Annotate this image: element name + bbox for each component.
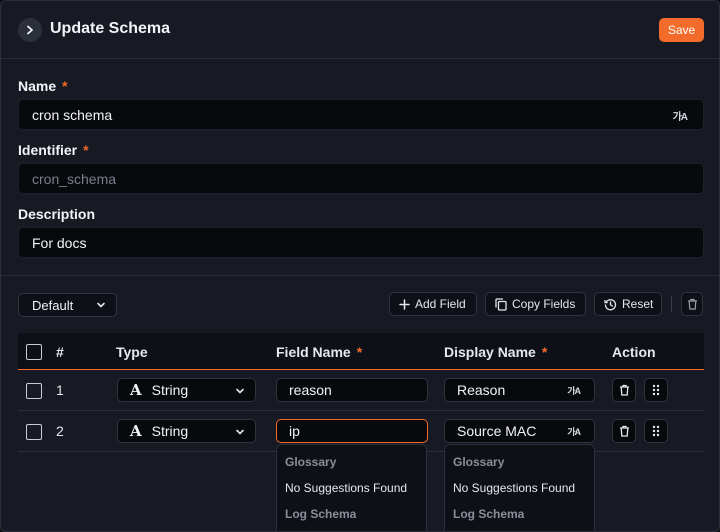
drag-handle[interactable] (644, 419, 668, 443)
name-input[interactable]: cron schema 가A (18, 99, 704, 130)
text-type-icon: A (130, 422, 142, 440)
chevron-right-icon (27, 25, 33, 35)
copy-icon (495, 297, 507, 311)
add-field-button[interactable]: Add Field (389, 292, 477, 316)
grip-icon (652, 384, 660, 396)
field-name-suggestions: Glossary No Suggestions Found Log Schema (276, 444, 427, 531)
field-name-input[interactable]: ip (276, 419, 428, 443)
column-num: # (56, 344, 64, 360)
suggestion-empty: No Suggestions Found (285, 481, 408, 495)
table-row: 1 A String reason Reason 가A (18, 370, 704, 411)
trash-icon (619, 425, 629, 437)
section-divider (1, 275, 719, 276)
plus-icon (399, 298, 410, 310)
reset-label: Reset (622, 297, 654, 311)
display-name-suggestions: Glossary No Suggestions Found Log Schema (444, 444, 595, 531)
row-checkbox[interactable] (26, 383, 42, 399)
display-name-input[interactable]: Source MAC 가A (444, 419, 595, 443)
copy-fields-label: Copy Fields (512, 297, 576, 311)
required-marker: * (62, 78, 68, 94)
row-number: 1 (56, 382, 64, 398)
suggestion-group-log-schema: Log Schema (453, 507, 525, 521)
display-name-value: Source MAC (457, 423, 537, 439)
field-name-input[interactable]: reason (276, 378, 428, 402)
name-value: cron schema (32, 106, 113, 123)
suggestion-group-glossary: Glossary (453, 455, 505, 469)
update-schema-panel: Update Schema Save Name * cron schema 가A … (0, 0, 720, 532)
required-marker: * (356, 344, 363, 360)
trash-icon (619, 384, 629, 396)
chevron-down-icon (236, 388, 244, 394)
table-header: # Type Field Name * Display Name * Action (18, 333, 704, 370)
identifier-label: Identifier * (18, 142, 89, 158)
identifier-value: cron_schema (32, 170, 117, 187)
chevron-down-icon (97, 302, 105, 308)
type-value: String (151, 423, 189, 439)
display-name-input[interactable]: Reason 가A (444, 378, 595, 402)
chevron-down-icon (236, 429, 244, 435)
preset-select[interactable]: Default (18, 293, 117, 317)
preset-value: Default (32, 297, 74, 313)
column-type: Type (116, 344, 148, 360)
description-label: Description (18, 206, 96, 222)
grip-icon (652, 425, 660, 437)
suggestion-group-glossary: Glossary (285, 455, 337, 469)
required-marker: * (541, 344, 548, 360)
translate-icon[interactable]: 가A (567, 384, 581, 397)
row-number: 2 (56, 423, 64, 439)
collapse-button[interactable] (18, 18, 42, 42)
suggestion-group-log-schema: Log Schema (285, 507, 357, 521)
description-value: For docs (32, 234, 87, 251)
page-title: Update Schema (50, 20, 171, 37)
column-display-name: Display Name * (444, 344, 548, 360)
column-action: Action (612, 344, 656, 360)
toolbar-separator (671, 296, 672, 312)
translate-icon[interactable]: 가A (567, 425, 581, 438)
type-select[interactable]: A String (117, 419, 256, 443)
delete-selected-button[interactable] (681, 292, 703, 316)
trash-icon (687, 298, 697, 310)
suggestion-empty: No Suggestions Found (453, 481, 576, 495)
identifier-input[interactable]: cron_schema (18, 163, 704, 194)
text-type-icon: A (130, 381, 142, 399)
panel-header: Update Schema Save (1, 1, 719, 59)
type-value: String (151, 382, 189, 398)
type-select[interactable]: A String (117, 378, 256, 402)
row-checkbox[interactable] (26, 424, 42, 440)
column-field-name: Field Name * (276, 344, 363, 360)
display-name-value: Reason (457, 382, 506, 398)
translate-icon[interactable]: 가A (673, 108, 688, 123)
required-marker: * (83, 142, 89, 158)
description-input[interactable]: For docs (18, 227, 704, 258)
reset-button[interactable]: Reset (594, 292, 662, 316)
save-button[interactable]: Save (659, 18, 704, 42)
add-field-label: Add Field (415, 297, 466, 311)
history-icon (604, 298, 617, 310)
delete-row-button[interactable] (612, 378, 636, 402)
name-label: Name * (18, 78, 68, 94)
delete-row-button[interactable] (612, 419, 636, 443)
select-all-checkbox[interactable] (26, 344, 42, 360)
drag-handle[interactable] (644, 378, 668, 402)
copy-fields-button[interactable]: Copy Fields (485, 292, 586, 316)
